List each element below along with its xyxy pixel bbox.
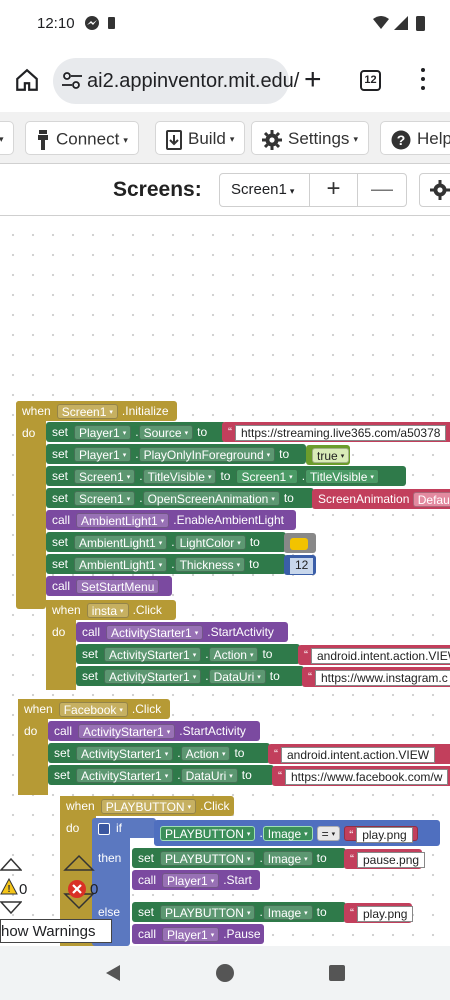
screen-selector[interactable]: Screen1 ▾ [220, 174, 310, 206]
back-icon[interactable] [104, 964, 122, 982]
system-icons [372, 14, 428, 35]
warning-count: 0 [19, 881, 28, 898]
call-player1-pause[interactable]: call Player1 ▾ .Pause [132, 924, 264, 944]
recents-icon[interactable] [328, 964, 346, 982]
set-activity-datauri-insta[interactable]: set ActivityStarter1 ▾. DataUri ▾ to [76, 666, 304, 686]
set-playbutton-image-play[interactable]: set PLAYBUTTON ▾. Image ▾ to [132, 902, 346, 922]
browser-menu-icon[interactable] [418, 68, 428, 94]
text-action-facebook[interactable]: “android.intent.action.VIEW [268, 744, 450, 764]
settings-button[interactable]: Settings ▾ [251, 121, 369, 155]
set-ambientlight-thickness[interactable]: set AmbientLight1 ▾. Thickness ▾ to [46, 554, 286, 574]
screen1-component[interactable]: Screen1 ▾ [56, 404, 118, 420]
text-action-insta[interactable]: “android.intent.action.VIEW [298, 645, 450, 665]
wifi-signal-battery-icon [373, 16, 425, 31]
messenger-icon [85, 16, 115, 30]
gear-icon [430, 180, 450, 200]
mutator-gear-icon[interactable] [98, 822, 110, 835]
remove-screen-button[interactable]: — [358, 174, 406, 206]
call-setstartmenu[interactable]: call SetStartMenu [46, 576, 172, 596]
set-activity-action-facebook[interactable]: set ActivityStarter1 ▾. Action ▾ to [48, 743, 270, 763]
connect-icon [38, 130, 48, 150]
set-ambientlight-lightcolor[interactable]: set AmbientLight1 ▾. LightColor ▾ to [46, 532, 286, 552]
screen-animation-block[interactable]: ScreenAnimation Defau [312, 489, 450, 509]
when-keyword: when [22, 404, 51, 418]
call-player1-start[interactable]: call Player1 ▾ .Start [132, 870, 260, 890]
scroll-down-arrow-icon[interactable] [0, 900, 22, 914]
app-toolbar: ▾ Connect ▾ Build ▾ Settings ▾ ? Help [0, 112, 450, 164]
status-time: 12:10 [37, 15, 75, 32]
svg-text:?: ? [397, 132, 406, 148]
notification-icons [84, 15, 120, 34]
color-swatch[interactable] [290, 537, 308, 550]
set-activity-datauri-facebook[interactable]: set ActivityStarter1 ▾. DataUri ▾ to [48, 765, 274, 785]
source-url-text[interactable]: https://streaming.live365.com/a50378 [235, 424, 447, 441]
tab-switcher-button[interactable]: 12 [360, 70, 381, 91]
error-count: 0 [90, 881, 99, 898]
help-label: Help [417, 129, 450, 148]
build-icon [166, 129, 182, 150]
set-activity-action-insta[interactable]: set ActivityStarter1 ▾. Action ▾ to [76, 644, 300, 664]
do-label: do [60, 818, 96, 838]
event-facebook-click[interactable]: when Facebook ▾ .Click [18, 699, 170, 719]
browser-toolbar: ai2.appinventor.mit.edu/ + 12 [0, 52, 450, 112]
status-bar: 12:10 [0, 0, 450, 52]
screens-bar: Screens: Screen1 ▾ + — [0, 164, 450, 216]
event-playbutton-click[interactable]: when PLAYBUTTON ▾ .Click [60, 796, 234, 816]
error-icon[interactable] [67, 879, 87, 899]
connect-button[interactable]: Connect ▾ [25, 121, 139, 155]
connect-label: Connect [56, 129, 120, 149]
site-settings-icon[interactable] [61, 71, 83, 91]
screen-selector-label: Screen1 [231, 181, 287, 198]
do-label: do [16, 423, 46, 443]
text-play-png[interactable]: “play.png [344, 903, 414, 923]
do-label: do [18, 721, 48, 741]
text-pause-png[interactable]: “pause.png [344, 849, 426, 869]
build-label: Build [188, 129, 226, 148]
gear-icon [262, 129, 282, 150]
text-source-url[interactable]: “https://streaming.live365.com/a50378 [222, 422, 450, 442]
settings-label: Settings [288, 129, 350, 148]
set-screen1-titlevisible[interactable]: set Screen1 ▾. TitleVisible ▾ to Screen1 ▾. Titl… [46, 466, 406, 486]
show-warnings-button[interactable]: how Warnings [0, 919, 112, 943]
android-nav-bar [0, 946, 450, 1000]
home-icon[interactable] [14, 67, 40, 93]
compare-block[interactable]: PLAYBUTTON ▾. Image ▾ = ▾ “play.png [154, 820, 440, 846]
scroll-up-arrow-icon[interactable] [0, 858, 22, 872]
url-text: ai2.appinventor.mit.edu/ [87, 70, 300, 92]
help-button[interactable]: ? Help [380, 121, 450, 155]
add-screen-button[interactable]: + [310, 174, 358, 206]
set-screen1-openscreenanimation[interactable]: set Screen1 ▾. OpenScreenAnimation ▾ to [46, 488, 314, 508]
call-activitystarter-facebook[interactable]: call ActivityStarter1 ▾ .StartActivity [48, 721, 260, 741]
color-block[interactable] [284, 533, 316, 553]
event-insta-click[interactable]: when insta ▾ .Click [46, 600, 176, 620]
event-screen1-initialize[interactable]: when Screen1 ▾ .Initialize [16, 401, 177, 421]
help-icon: ? [391, 130, 411, 150]
blocks-workspace[interactable]: when Screen1 ▾ .Initialize do set Player1 ▾. S… [0, 216, 450, 946]
new-tab-button[interactable]: + [304, 65, 322, 95]
text-insta-url[interactable]: “https://www.instagram.c [302, 667, 450, 687]
set-playbutton-image-pause[interactable]: set PLAYBUTTON ▾. Image ▾ to [132, 848, 346, 868]
initialize-label: .Initialize [121, 404, 169, 418]
call-activitystarter-insta[interactable]: call ActivityStarter1 ▾ .StartActivity [76, 622, 288, 642]
warnings-panel: ! 0 0 how Warnings [0, 858, 120, 948]
screens-label: Screens: [113, 178, 202, 201]
project-properties-button[interactable] [419, 173, 450, 207]
set-player1-playonlyinforeground[interactable]: set Player1 ▾. PlayOnlyInForeground ▾ to [46, 444, 306, 464]
if-keyword: if [116, 821, 122, 835]
thickness-value[interactable]: 12 [290, 557, 314, 574]
set-player1-source[interactable]: set Player1 ▾. Source ▾ to [46, 422, 226, 442]
call-ambientlight-enable[interactable]: call AmbientLight1 ▾ .EnableAmbientLight [46, 510, 296, 530]
address-bar[interactable]: ai2.appinventor.mit.edu/ [53, 58, 299, 104]
if-block[interactable]: if [92, 818, 156, 838]
warning-icon[interactable]: ! [0, 878, 18, 896]
build-button[interactable]: Build ▾ [155, 121, 246, 155]
svg-text:!: ! [7, 884, 10, 895]
logic-true-block[interactable]: true ▾ [306, 445, 350, 465]
toolbar-dropdown-partial[interactable]: ▾ [0, 121, 14, 155]
text-facebook-url[interactable]: “https://www.facebook.com/w [272, 766, 450, 786]
number-block[interactable]: 12 [284, 555, 316, 575]
screen-controls: Screen1 ▾ + — [219, 173, 407, 207]
home-nav-icon[interactable] [215, 963, 235, 983]
do-label: do [46, 622, 76, 642]
